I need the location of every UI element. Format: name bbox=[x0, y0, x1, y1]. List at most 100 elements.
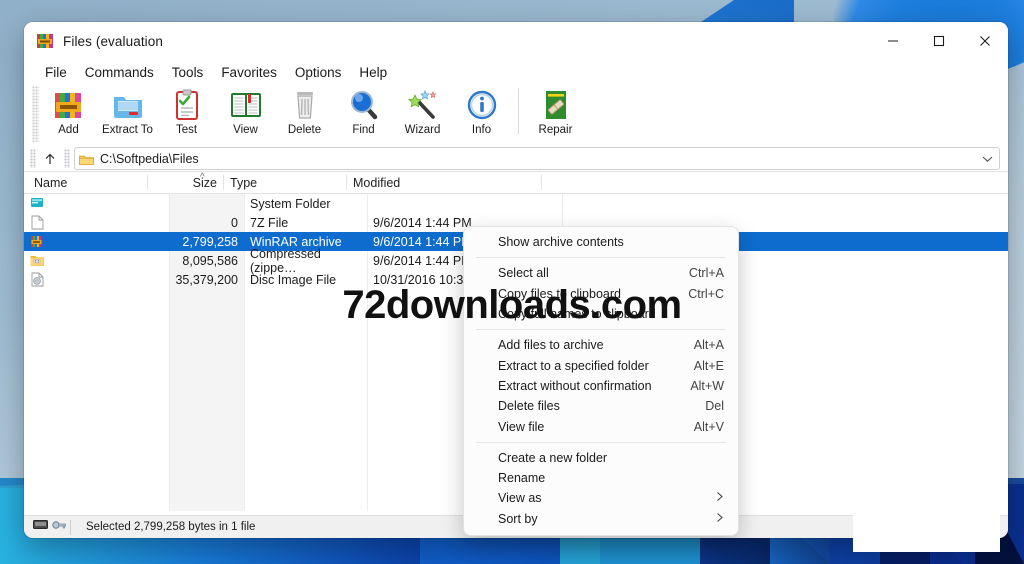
toolbar-view-button[interactable]: View bbox=[216, 84, 275, 146]
table-row[interactable]: System Folder bbox=[24, 194, 1008, 213]
menu-item-view-as[interactable]: View as bbox=[464, 488, 738, 508]
status-divider bbox=[70, 519, 71, 535]
extract-folder-icon bbox=[111, 88, 145, 122]
winrar-books-icon bbox=[36, 32, 54, 50]
menu-favorites[interactable]: Favorites bbox=[212, 63, 286, 82]
folder-icon bbox=[79, 153, 94, 165]
key-icon[interactable] bbox=[52, 518, 66, 536]
column-header-size[interactable]: ^ Size bbox=[148, 172, 224, 193]
toolbar-grip[interactable] bbox=[32, 86, 39, 142]
menu-item-accelerator: Alt+E bbox=[693, 358, 724, 373]
column-header-modified[interactable]: Modified bbox=[347, 172, 542, 193]
menu-item-copy-full-names-to-clipboard[interactable]: Copy full names to clipboard bbox=[464, 304, 738, 324]
menu-separator bbox=[476, 441, 726, 443]
toolbar-delete-label: Delete bbox=[287, 124, 322, 136]
disk-icon[interactable] bbox=[33, 518, 48, 536]
address-grip-right[interactable] bbox=[64, 149, 70, 168]
column-header-name[interactable]: Name bbox=[24, 172, 148, 193]
toolbar-add-label: Add bbox=[58, 124, 79, 136]
menu-item-accelerator: Alt+A bbox=[693, 338, 724, 353]
address-bar: C:\Softpedia\Files bbox=[24, 146, 1008, 171]
file-type-cell: System Folder bbox=[250, 196, 331, 211]
find-magnifier-icon bbox=[347, 88, 381, 122]
menu-item-rename[interactable]: Rename bbox=[464, 468, 738, 488]
menu-options[interactable]: Options bbox=[286, 63, 351, 82]
menu-item-select-all[interactable]: Select all Ctrl+A bbox=[464, 263, 738, 283]
toolbar-separator bbox=[518, 88, 519, 134]
menu-item-delete-files[interactable]: Delete files Del bbox=[464, 396, 738, 416]
menu-item-view-file[interactable]: View file Alt+V bbox=[464, 416, 738, 436]
menu-item-label: Rename bbox=[498, 471, 546, 486]
address-path-text: C:\Softpedia\Files bbox=[100, 151, 199, 166]
toolbar-wizard-label: Wizard bbox=[404, 124, 441, 136]
menu-item-show-archive-contents[interactable]: Show archive contents bbox=[464, 232, 738, 252]
title-bar: Files (evaluation bbox=[24, 22, 1008, 60]
menu-item-label: View as bbox=[498, 491, 542, 506]
file-type-cell: 7Z File bbox=[250, 215, 289, 230]
menu-item-label: Copy full names to clipboard bbox=[498, 307, 656, 322]
column-header-filler bbox=[542, 172, 1008, 193]
toolbar-info-label: Info bbox=[471, 124, 492, 136]
menu-tools[interactable]: Tools bbox=[163, 63, 213, 82]
capture-artifact-box bbox=[853, 508, 1000, 552]
file-size-cell: 35,379,200 bbox=[175, 272, 238, 287]
file-blank-icon bbox=[30, 215, 44, 230]
menu-item-label: Extract to a specified folder bbox=[498, 358, 649, 373]
menu-item-label: Delete files bbox=[498, 399, 560, 414]
delete-trash-icon bbox=[288, 88, 322, 122]
menu-item-create-new-folder[interactable]: Create a new folder bbox=[464, 448, 738, 468]
system-folder-icon bbox=[30, 196, 44, 211]
file-size-cell: 2,799,258 bbox=[182, 234, 238, 249]
context-menu[interactable]: Show archive contents Select all Ctrl+A … bbox=[463, 226, 739, 536]
menu-item-label: Sort by bbox=[498, 511, 538, 526]
menu-item-add-files-to-archive[interactable]: Add files to archive Alt+A bbox=[464, 335, 738, 355]
minimize-icon[interactable] bbox=[870, 22, 916, 60]
disc-image-icon bbox=[30, 272, 44, 287]
toolbar-wizard-button[interactable]: Wizard bbox=[393, 84, 452, 146]
chevron-right-icon bbox=[716, 512, 724, 526]
maximize-icon[interactable] bbox=[916, 22, 962, 60]
window-title: Files (evaluation bbox=[63, 33, 163, 49]
menu-item-label: Show archive contents bbox=[498, 235, 624, 250]
toolbar-add-button[interactable]: Add bbox=[39, 84, 98, 146]
menu-item-extract-to-specified-folder[interactable]: Extract to a specified folder Alt+E bbox=[464, 355, 738, 375]
menu-item-sort-by[interactable]: Sort by bbox=[464, 509, 738, 529]
address-input[interactable]: C:\Softpedia\Files bbox=[74, 147, 1000, 170]
menu-item-copy-files-to-clipboard[interactable]: Copy files to clipboard Ctrl+C bbox=[464, 284, 738, 304]
menu-item-label: Copy files to clipboard bbox=[498, 286, 621, 301]
view-book-icon bbox=[229, 88, 263, 122]
menu-item-accelerator: Ctrl+A bbox=[688, 266, 724, 281]
menu-item-extract-without-confirmation[interactable]: Extract without confirmation Alt+W bbox=[464, 376, 738, 396]
toolbar-test-label: Test bbox=[175, 124, 198, 136]
menu-item-label: Add files to archive bbox=[498, 338, 604, 353]
menu-item-accelerator: Del bbox=[705, 399, 724, 414]
toolbar-extractto-label: Extract To bbox=[102, 124, 153, 136]
chevron-down-icon[interactable] bbox=[982, 150, 995, 168]
menu-item-label: Select all bbox=[498, 266, 549, 281]
wizard-wand-icon bbox=[406, 88, 440, 122]
toolbar-info-button[interactable]: Info bbox=[452, 84, 511, 146]
winrar-archive-icon bbox=[30, 234, 44, 249]
toolbar-extractto-button[interactable]: Extract To bbox=[98, 84, 157, 146]
sort-ascending-icon: ^ bbox=[200, 172, 205, 183]
menu-file[interactable]: File bbox=[36, 63, 76, 82]
file-name-cell bbox=[24, 253, 169, 268]
menu-separator bbox=[476, 257, 726, 259]
menu-separator bbox=[476, 329, 726, 331]
menu-item-accelerator: Alt+V bbox=[693, 419, 724, 434]
menu-help[interactable]: Help bbox=[350, 63, 396, 82]
window-controls bbox=[870, 22, 1008, 60]
toolbar-find-label: Find bbox=[352, 124, 375, 136]
toolbar-delete-button[interactable]: Delete bbox=[275, 84, 334, 146]
file-type-cell: Disc Image File bbox=[250, 272, 337, 287]
column-header-type[interactable]: Type bbox=[224, 172, 347, 193]
file-name-cell bbox=[24, 234, 169, 249]
menu-commands[interactable]: Commands bbox=[76, 63, 163, 82]
close-icon[interactable] bbox=[962, 22, 1008, 60]
toolbar-repair-button[interactable]: Repair bbox=[526, 84, 585, 146]
menu-item-accelerator: Alt+W bbox=[690, 378, 724, 393]
toolbar-test-button[interactable]: Test bbox=[157, 84, 216, 146]
toolbar-view-label: View bbox=[233, 124, 258, 136]
up-arrow-icon[interactable] bbox=[36, 148, 64, 169]
toolbar-find-button[interactable]: Find bbox=[334, 84, 393, 146]
